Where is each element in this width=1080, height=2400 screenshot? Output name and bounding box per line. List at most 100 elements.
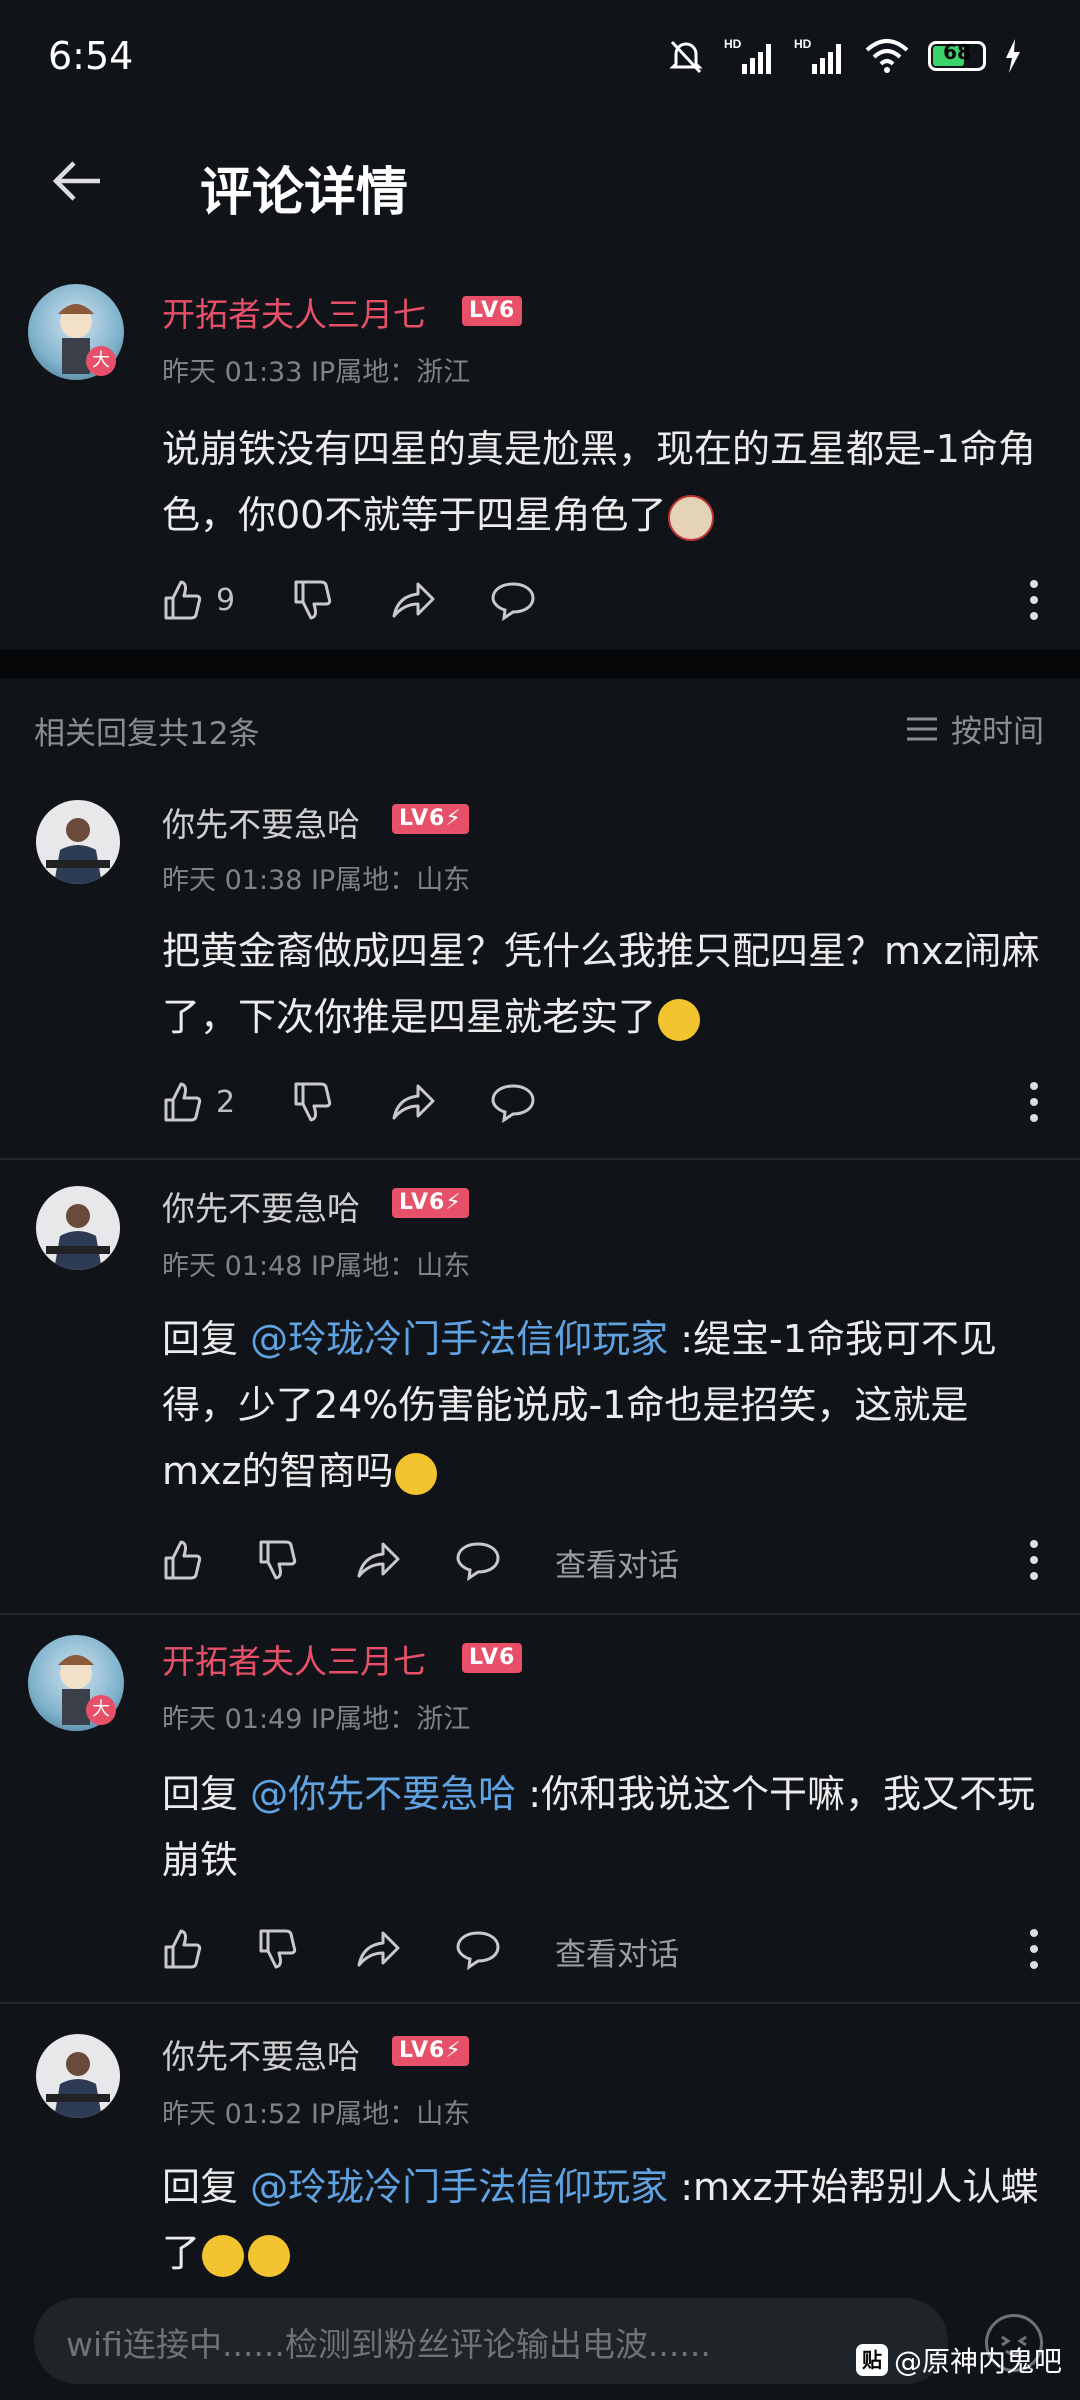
like-count: 9	[216, 582, 236, 618]
reply-button[interactable]	[455, 1919, 501, 1979]
reply-username[interactable]: 你先不要急哈	[162, 2030, 360, 2078]
like-button[interactable]	[160, 1530, 204, 1590]
battery-level: 68	[943, 40, 971, 64]
replies-header: 相关回复共12条 按时间	[0, 678, 1080, 778]
share-button[interactable]	[355, 1530, 401, 1590]
signal-hd-icon: HD	[724, 37, 771, 74]
status-bar: 6:54 HD HD 68	[0, 0, 1080, 120]
rofl-emoji	[248, 2234, 291, 2277]
watermark-text: @原神内鬼吧	[893, 2345, 1062, 2378]
sort-label: 按时间	[951, 714, 1044, 750]
level-badge: LV6	[462, 296, 523, 326]
mention-link[interactable]: @玲珑冷门手法信仰玩家	[250, 1317, 668, 1361]
thumbs-up-icon	[164, 1929, 202, 1969]
back-arrow-icon[interactable]	[48, 156, 108, 206]
tieba-logo-icon: 贴	[855, 2344, 888, 2376]
reply-meta: 昨天 01:48 IP属地：山东	[162, 1251, 471, 1282]
thumbs-down-icon	[259, 1929, 297, 1969]
more-options-icon[interactable]	[1028, 1927, 1040, 1971]
level-badge: LV6⚡	[392, 804, 469, 834]
share-button[interactable]	[390, 570, 436, 630]
mention-link[interactable]: @你先不要急哈	[250, 1772, 516, 1816]
reply-content: 回复 @玲珑冷门手法信仰玩家 :mxz开始帮别人认蝶了	[162, 2154, 1042, 2286]
thumbs-down-icon	[259, 1540, 297, 1580]
section-divider	[0, 650, 1080, 678]
hand-over-mouth-emoji	[395, 1452, 438, 1495]
comment-content: 说崩铁没有四星的真是尬黑，现在的五星都是-1命角色，你00不就等于四星角色了	[162, 416, 1042, 548]
reply-prefix: 回复	[162, 1772, 251, 1816]
reply-button[interactable]	[490, 1072, 536, 1132]
like-button[interactable]: 2	[160, 1072, 235, 1132]
reply-text: 把黄金裔做成四星？凭什么我推只配四星？mxz闹麻了，下次你推是四星就老实了	[162, 929, 1040, 1039]
avatar[interactable]	[36, 800, 120, 884]
svg-text:HD: HD	[794, 37, 812, 51]
sort-button[interactable]: 按时间	[905, 706, 1044, 751]
avatar-image	[46, 2052, 110, 2118]
reply-meta: 昨天 01:52 IP属地：山东	[162, 2099, 471, 2130]
thumbs-down-icon	[294, 1082, 332, 1122]
dislike-button[interactable]	[255, 1919, 299, 1979]
view-conversation-link[interactable]: 查看对话	[555, 1929, 679, 1974]
reply-username[interactable]: 开拓者夫人三月七	[162, 1635, 426, 1683]
app-header: 评论详情	[0, 120, 1080, 240]
reply-prefix: 回复	[162, 2165, 251, 2209]
reply-username[interactable]: 你先不要急哈	[162, 798, 360, 846]
thumbs-up-icon	[164, 1082, 202, 1122]
share-arrow-icon	[392, 1084, 435, 1120]
reply-prefix: 回复	[162, 1317, 251, 1361]
avatar-badge: 大	[86, 1695, 116, 1725]
comment-input[interactable]: wifi连接中......检测到粉丝评论输出电波......	[34, 2298, 948, 2384]
dislike-button[interactable]	[290, 1072, 334, 1132]
avatar-image	[46, 1204, 110, 1270]
input-placeholder: wifi连接中......检测到粉丝评论输出电波......	[66, 2325, 711, 2364]
more-options-icon[interactable]	[1028, 578, 1040, 622]
sort-lines-icon	[907, 717, 937, 740]
chat-bubble-icon	[456, 1542, 500, 1582]
main-comment: 大 开拓者夫人三月七 LV6 昨天 01:33 IP属地：浙江 说崩铁没有四星的…	[0, 270, 1080, 650]
comment-text: 说崩铁没有四星的真是尬黑，现在的五星都是-1命角色，你00不就等于四星角色了	[162, 427, 1036, 537]
more-options-icon[interactable]	[1028, 1080, 1040, 1124]
like-button[interactable]	[160, 1919, 204, 1979]
rofl-emoji	[202, 2234, 245, 2277]
avatar[interactable]	[36, 1186, 120, 1270]
reply-actions: 查看对话	[160, 1919, 1040, 1979]
reply-content: 回复 @你先不要急哈 :你和我说这个干嘛，我又不玩崩铁	[162, 1761, 1042, 1893]
svg-text:HD: HD	[724, 37, 742, 51]
view-conversation-link[interactable]: 查看对话	[555, 1540, 679, 1585]
comment-actions: 9	[160, 570, 1040, 630]
share-button[interactable]	[355, 1919, 401, 1979]
reply-button[interactable]	[455, 1530, 501, 1590]
chat-bubble-icon	[491, 582, 535, 622]
reply-item: 你先不要急哈 LV6⚡ 昨天 01:38 IP属地：山东 把黄金裔做成四星？凭什…	[0, 780, 1080, 1160]
share-button[interactable]	[390, 1072, 436, 1132]
avatar-image	[46, 818, 110, 884]
status-time: 6:54	[48, 34, 134, 78]
thumbs-up-icon	[164, 580, 202, 620]
page-title: 评论详情	[200, 163, 409, 223]
dislike-button[interactable]	[255, 1530, 299, 1590]
level-badge: LV6	[462, 1643, 523, 1673]
reply-actions: 查看对话	[160, 1530, 1040, 1590]
watermark: 贴 @原神内鬼吧	[855, 2340, 1062, 2380]
avatar[interactable]	[36, 2034, 120, 2118]
comment-meta: 昨天 01:33 IP属地：浙江	[162, 357, 471, 388]
sticker-emoji	[668, 494, 715, 541]
more-options-icon[interactable]	[1028, 1538, 1040, 1582]
reply-content: 回复 @玲珑冷门手法信仰玩家 :缇宝-1命我可不见得，少了24%伤害能说成-1命…	[162, 1306, 1042, 1504]
reply-button[interactable]	[490, 570, 536, 630]
wifi-icon	[865, 39, 909, 73]
level-badge: LV6⚡	[392, 2036, 469, 2066]
dislike-button[interactable]	[290, 570, 334, 630]
replies-count: 相关回复共12条	[34, 716, 260, 752]
comment-username[interactable]: 开拓者夫人三月七	[162, 288, 426, 336]
reply-username[interactable]: 你先不要急哈	[162, 1182, 360, 1230]
battery-icon: 68	[928, 40, 986, 71]
like-button[interactable]: 9	[160, 570, 235, 630]
reply-meta: 昨天 01:49 IP属地：浙江	[162, 1704, 471, 1735]
charging-icon	[1006, 39, 1020, 73]
mention-link[interactable]: @玲珑冷门手法信仰玩家	[250, 2165, 668, 2209]
chat-bubble-icon	[491, 1084, 535, 1124]
rofl-emoji	[658, 998, 701, 1041]
mute-bell-icon	[669, 40, 703, 74]
thumbs-up-icon	[164, 1540, 202, 1580]
